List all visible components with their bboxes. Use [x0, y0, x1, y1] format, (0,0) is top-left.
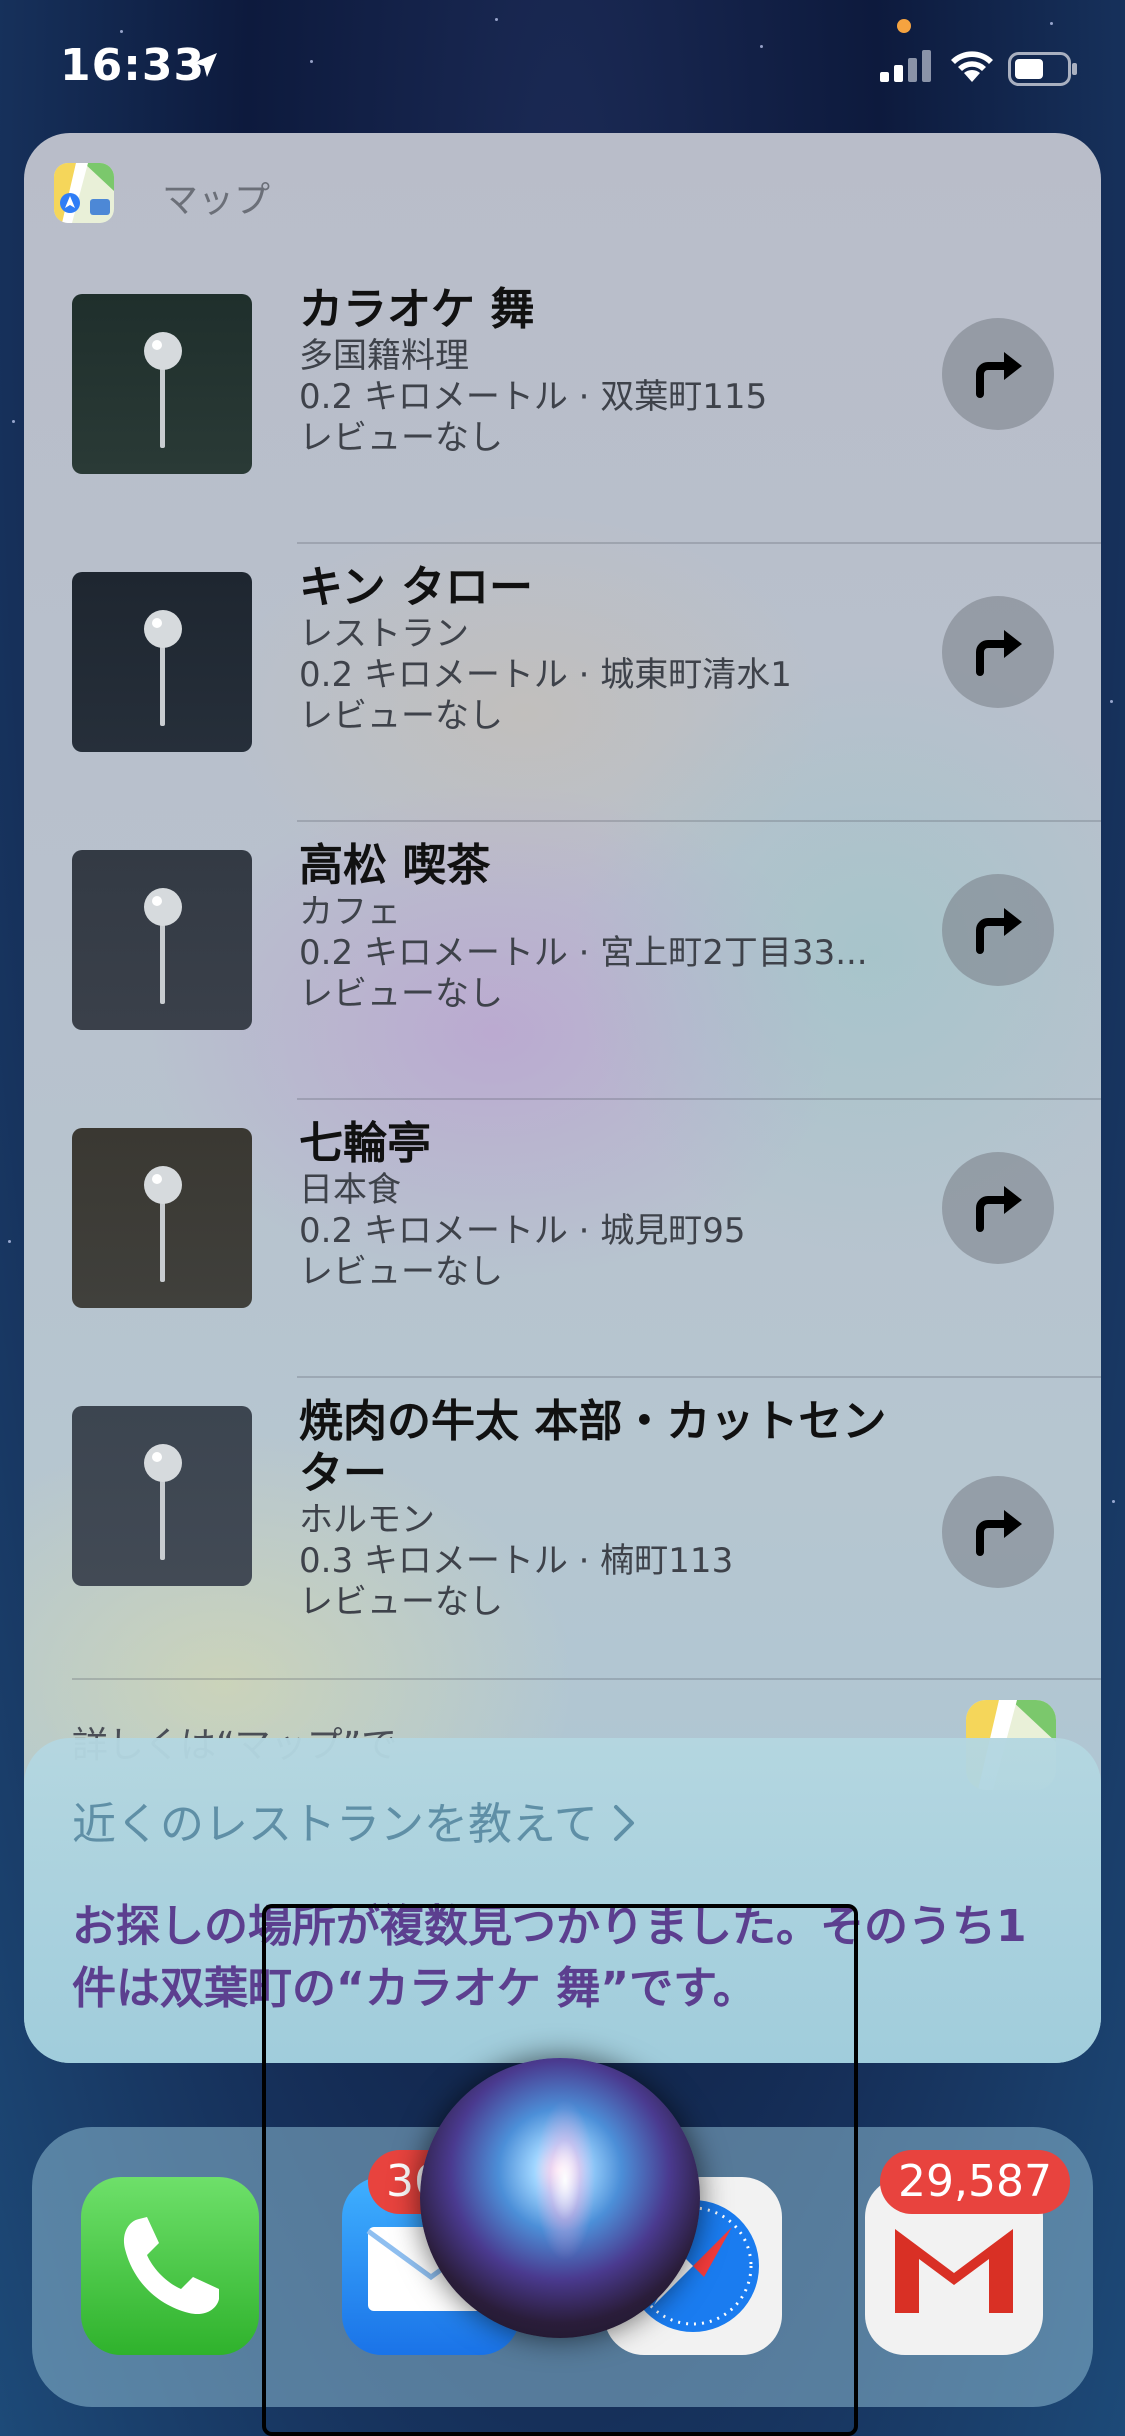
place-thumbnail	[72, 294, 252, 474]
place-category: レストラン	[299, 614, 469, 654]
place-result-row[interactable]: 焼肉の牛太 本部・カットセンター ホルモン 0.3 キロメートル · 楠町113…	[24, 1378, 1101, 1698]
place-thumbnail	[72, 1406, 252, 1586]
maps-app-icon	[54, 163, 114, 223]
place-thumbnail	[72, 850, 252, 1030]
place-category: ホルモン	[299, 1500, 435, 1540]
phone-handset-icon	[123, 2217, 219, 2315]
pin-icon	[160, 1480, 165, 1560]
turn-right-arrow-icon	[976, 908, 1022, 954]
siri-query[interactable]: 近くのレストランを教えて	[72, 1788, 638, 1852]
place-distance-address: 0.2 キロメートル · 宮上町2丁目33...	[299, 933, 868, 973]
row-divider	[72, 1678, 1101, 1680]
pin-icon	[160, 646, 165, 726]
turn-right-arrow-icon	[976, 630, 1022, 676]
app-name-label: マップ	[162, 180, 271, 221]
place-result-row[interactable]: 七輪亭 日本食 0.2 キロメートル · 城見町95 レビューなし	[24, 1100, 1101, 1378]
place-result-row[interactable]: キン タロー レストラン 0.2 キロメートル · 城東町清水1 レビューなし	[24, 544, 1101, 822]
location-arrow-icon	[193, 53, 217, 77]
highlight-frame	[262, 1904, 858, 2436]
privacy-indicator-dot	[897, 19, 911, 33]
directions-button[interactable]	[942, 1476, 1054, 1588]
pin-icon	[160, 1202, 165, 1282]
place-distance-address: 0.2 キロメートル · 城見町95	[299, 1211, 746, 1251]
gmail-badge: 29,587	[880, 2150, 1070, 2214]
directions-button[interactable]	[942, 318, 1054, 430]
place-name: 高松 喫茶	[299, 840, 491, 891]
place-review: レビューなし	[299, 1582, 503, 1622]
turn-right-arrow-icon	[976, 1510, 1022, 1556]
chevron-right-icon	[613, 1805, 634, 1841]
directions-button[interactable]	[942, 1152, 1054, 1264]
place-thumbnail	[72, 572, 252, 752]
turn-right-arrow-icon	[976, 352, 1022, 398]
place-review: レビューなし	[299, 418, 503, 458]
place-review: レビューなし	[299, 974, 503, 1014]
place-result-row[interactable]: カラオケ 舞 多国籍料理 0.2 キロメートル · 双葉町115 レビューなし	[24, 266, 1101, 544]
phone-app-icon[interactable]	[81, 2177, 259, 2355]
place-thumbnail	[72, 1128, 252, 1308]
place-category: 日本食	[299, 1170, 401, 1210]
status-bar: 16:33	[0, 0, 1125, 130]
place-review: レビューなし	[299, 696, 503, 736]
place-review: レビューなし	[299, 1252, 503, 1292]
place-category: 多国籍料理	[299, 336, 469, 376]
siri-query-text: 近くのレストランを教えて	[72, 1799, 612, 1850]
pin-icon	[160, 924, 165, 1004]
turn-right-arrow-icon	[976, 1186, 1022, 1232]
wifi-icon	[951, 51, 993, 82]
place-result-row[interactable]: 高松 喫茶 カフェ 0.2 キロメートル · 宮上町2丁目33... レビューな…	[24, 822, 1101, 1100]
directions-button[interactable]	[942, 874, 1054, 986]
battery-icon	[1008, 52, 1077, 86]
cellular-signal-icon	[880, 50, 931, 82]
place-distance-address: 0.2 キロメートル · 双葉町115	[299, 377, 768, 417]
place-distance-address: 0.2 キロメートル · 城東町清水1	[299, 655, 792, 695]
directions-button[interactable]	[942, 596, 1054, 708]
place-distance-address: 0.3 キロメートル · 楠町113	[299, 1541, 734, 1581]
place-name: 七輪亭	[299, 1118, 431, 1169]
pin-icon	[160, 368, 165, 448]
place-name: カラオケ 舞	[299, 284, 535, 335]
place-name: キン タロー	[299, 562, 533, 613]
place-name: 焼肉の牛太 本部・カットセンター	[299, 1396, 887, 1499]
status-time: 16:33	[60, 40, 206, 91]
place-category: カフェ	[299, 892, 401, 932]
